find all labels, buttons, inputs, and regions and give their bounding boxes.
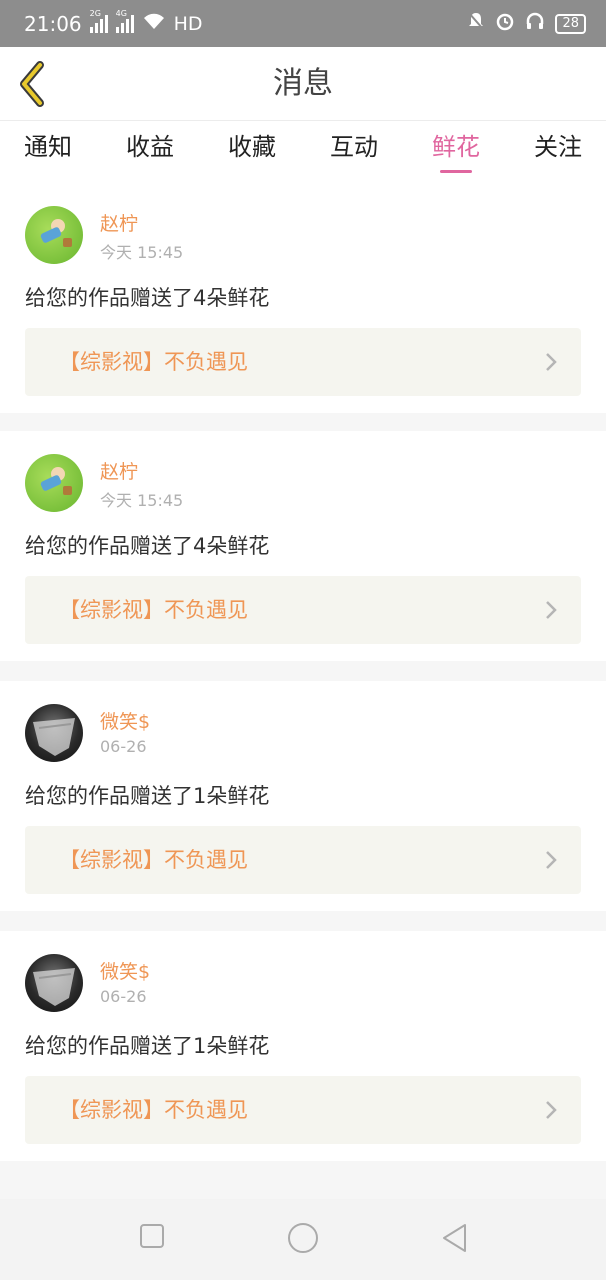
message-time: 今天 15:45 <box>100 243 184 262</box>
chevron-right-icon <box>546 353 557 371</box>
back-nav-button[interactable] <box>440 1222 468 1258</box>
work-link[interactable]: 【综影视】不负遇见 <box>25 826 581 894</box>
active-tab-indicator <box>440 170 472 173</box>
tab-following[interactable]: 关注 <box>534 121 582 183</box>
list-item: 赵柠 今天 15:45 给您的作品赠送了4朵鲜花 【综影视】不负遇见 <box>0 431 606 661</box>
avatar[interactable] <box>25 704 83 762</box>
page-title: 消息 <box>273 66 333 101</box>
work-title: 【综影视】不负遇见 <box>59 350 248 374</box>
alarm-icon <box>495 11 515 36</box>
list-item: 微笑$ 06-26 给您的作品赠送了1朵鲜花 【综影视】不负遇见 <box>0 931 606 1161</box>
tab-bar: 通知 收益 收藏 互动 鲜花 关注 <box>0 121 606 183</box>
list-item: 微笑$ 06-26 给您的作品赠送了1朵鲜花 【综影视】不负遇见 <box>0 681 606 911</box>
mute-icon <box>467 11 485 36</box>
list-item: 赵柠 今天 15:45 给您的作品赠送了4朵鲜花 【综影视】不负遇见 <box>0 183 606 413</box>
hd-indicator: HD <box>173 12 203 35</box>
status-bar: 21:06 2G 4G HD 28 <box>0 0 606 47</box>
tab-earnings[interactable]: 收益 <box>126 121 174 183</box>
message-text: 给您的作品赠送了4朵鲜花 <box>25 534 270 558</box>
tab-favorites[interactable]: 收藏 <box>228 121 276 183</box>
triangle-back-icon <box>443 1224 466 1252</box>
message-text: 给您的作品赠送了4朵鲜花 <box>25 286 270 310</box>
work-title: 【综影视】不负遇见 <box>59 848 248 872</box>
message-time: 06-26 <box>100 987 147 1006</box>
tab-notifications[interactable]: 通知 <box>24 121 72 183</box>
message-text: 给您的作品赠送了1朵鲜花 <box>25 784 270 808</box>
chevron-right-icon <box>546 1101 557 1119</box>
clock: 21:06 <box>24 11 82 36</box>
system-nav-bar <box>0 1199 606 1280</box>
battery-indicator: 28 <box>555 13 586 34</box>
tab-interactions[interactable]: 互动 <box>330 121 378 183</box>
recent-apps-button[interactable] <box>139 1223 165 1253</box>
avatar[interactable] <box>25 954 83 1012</box>
tab-flowers[interactable]: 鲜花 <box>432 121 480 183</box>
avatar[interactable] <box>25 206 83 264</box>
sender-name[interactable]: 赵柠 <box>100 209 138 236</box>
chevron-right-icon <box>546 601 557 619</box>
work-link[interactable]: 【综影视】不负遇见 <box>25 1076 581 1144</box>
work-link[interactable]: 【综影视】不负遇见 <box>25 576 581 644</box>
sender-name[interactable]: 微笑$ <box>100 957 150 984</box>
wifi-icon <box>142 12 166 35</box>
home-button[interactable] <box>287 1222 319 1258</box>
work-link[interactable]: 【综影视】不负遇见 <box>25 328 581 396</box>
work-title: 【综影视】不负遇见 <box>59 1098 248 1122</box>
sender-name[interactable]: 微笑$ <box>100 707 150 734</box>
signal-icon-2: 4G <box>115 9 134 33</box>
app-header: 消息 <box>0 47 606 121</box>
message-text: 给您的作品赠送了1朵鲜花 <box>25 1034 270 1058</box>
sender-name[interactable]: 赵柠 <box>100 457 138 484</box>
work-title: 【综影视】不负遇见 <box>59 598 248 622</box>
message-time: 今天 15:45 <box>100 491 184 510</box>
message-time: 06-26 <box>100 737 147 756</box>
avatar[interactable] <box>25 454 83 512</box>
chevron-right-icon <box>546 851 557 869</box>
square-icon <box>140 1224 164 1248</box>
circle-icon <box>288 1223 318 1253</box>
headset-icon <box>525 11 545 36</box>
signal-icon: 2G <box>89 9 108 33</box>
